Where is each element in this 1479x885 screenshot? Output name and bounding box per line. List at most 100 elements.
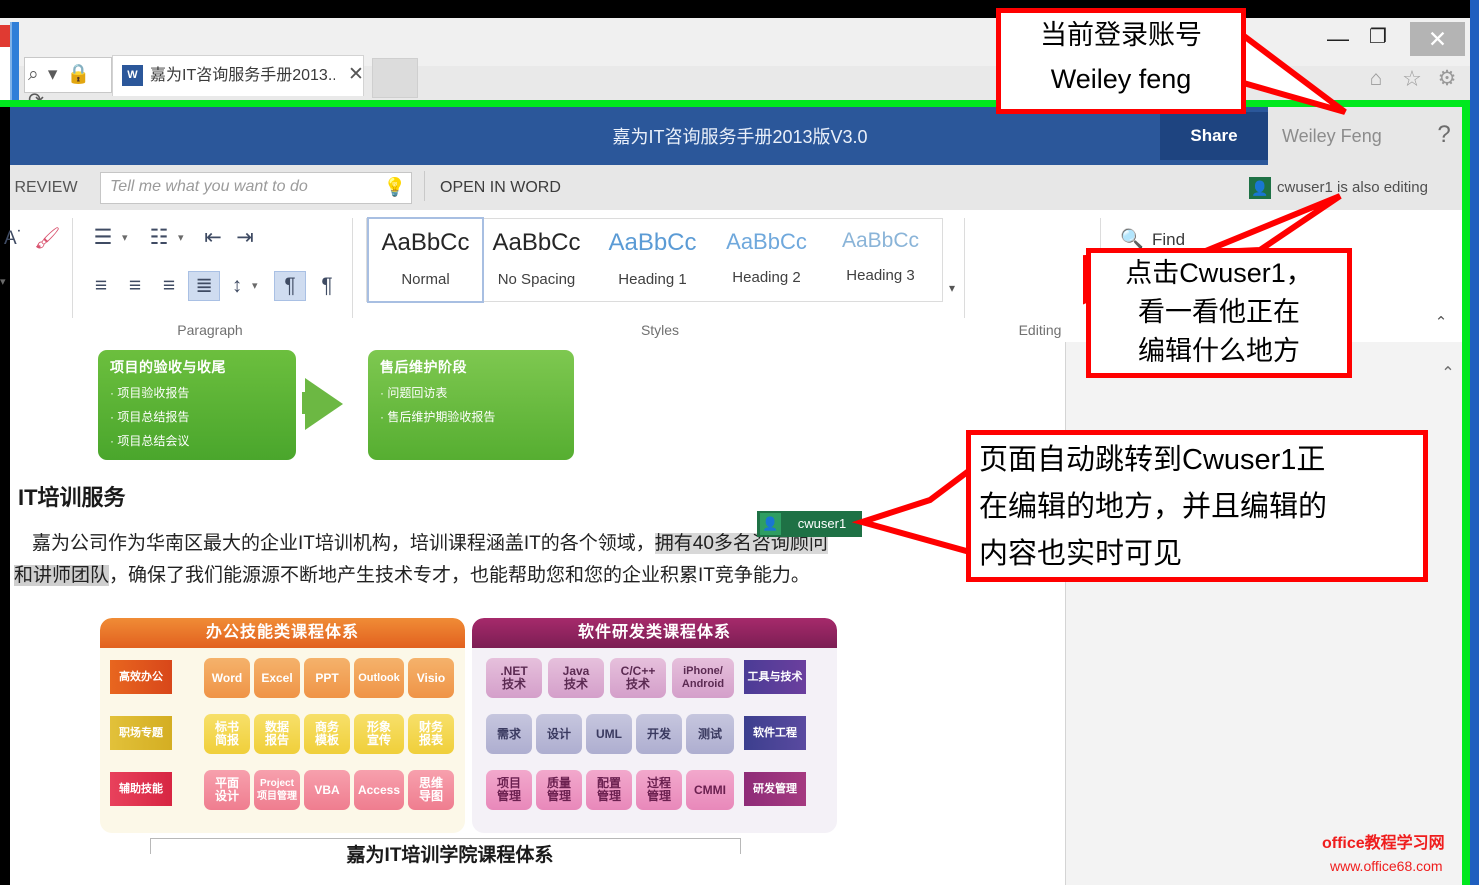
help-icon[interactable]: ? [1432, 120, 1456, 150]
flow-box-project-acceptance: 项目的验收与收尾 · 项目验收报告 · 项目总结报告 · 项目总结会议 [98, 350, 296, 460]
numbered-list-caret-icon[interactable]: ▾ [178, 228, 190, 248]
style-sample: AaBbCc [726, 229, 807, 254]
software-cell: 需求 [486, 714, 532, 754]
increase-indent-icon[interactable]: ⇥ [230, 224, 260, 252]
document-paragraph-line-2[interactable]: 和讲师团队，确保了我们能源源不断地产生技术专才，也能帮助您和您的企业积累IT竞争… [14, 562, 884, 590]
curriculum-caption: 嘉为IT培训学院课程体系 [346, 845, 554, 866]
style-normal[interactable]: AaBbCc Normal [367, 217, 484, 303]
office-cell: PPT [304, 658, 350, 698]
anno-line: 编辑什么地方 [1138, 336, 1300, 366]
share-button[interactable]: Share [1160, 112, 1268, 160]
style-heading-2[interactable]: AaBbCc Heading 2 [710, 219, 823, 299]
software-cell: 配置 管理 [586, 770, 632, 810]
chevron-up-icon[interactable]: ⌃ [1430, 312, 1452, 334]
anno-click-cwuser1: 点击Cwuser1， 看一看他正在 编辑什么地方 [1086, 248, 1352, 378]
software-cell: Java 技术 [548, 658, 604, 698]
software-curriculum-title: 软件研发类课程体系 [472, 618, 837, 648]
browser-tab-title[interactable]: 嘉为IT咨询服务手册2013... [150, 64, 335, 88]
office-cell: 标书 简报 [204, 714, 250, 754]
home-icon[interactable]: ⌂ [1363, 66, 1389, 92]
paragraph-group-label: Paragraph [177, 322, 243, 338]
styles-group-label: Styles [640, 322, 680, 338]
style-heading-3[interactable]: AaBbCc Heading 3 [824, 219, 937, 299]
software-row-label-3: 研发管理 [744, 772, 806, 806]
person-icon: 👤 [1249, 177, 1271, 199]
ribbon-divider [964, 218, 965, 318]
tell-me-placeholder[interactable]: Tell me what you want to do [110, 175, 380, 199]
numbered-list-icon[interactable]: ☷ [144, 224, 174, 252]
signed-in-user-name[interactable]: Weiley Feng [1282, 122, 1422, 150]
font-group-caret-icon[interactable]: ▾ [0, 272, 14, 292]
software-cell: 开发 [636, 714, 682, 754]
software-cell: 质量 管理 [536, 770, 582, 810]
software-row-label-2: 软件工程 [744, 716, 806, 750]
styles-more-caret-icon[interactable]: ▾ [944, 278, 960, 298]
justify-icon[interactable]: ≣ [188, 271, 220, 301]
software-cell: 设计 [536, 714, 582, 754]
new-tab-button[interactable] [372, 58, 418, 98]
style-sample: AaBbCc [841, 229, 920, 252]
anno-current-account: 当前登录账号 Weiley feng [996, 8, 1246, 114]
style-no-spacing[interactable]: AaBbCc No Spacing [480, 219, 593, 299]
coauthor-status-label[interactable]: cwuser1 is also editing [1277, 174, 1428, 202]
align-left-icon[interactable]: ≡ [86, 272, 116, 300]
tab-review[interactable]: REVIEW [10, 175, 82, 201]
anno-line: 在编辑的地方，并且编辑的 [979, 491, 1328, 523]
watermark-line-2: www.office68.com [1330, 858, 1443, 874]
bullet-list-icon[interactable]: ☰ [88, 224, 118, 252]
anno-line: 点击Cwuser1， [1125, 258, 1313, 288]
blue-edge-right [1470, 0, 1479, 885]
flow-box-item: · 项目总结会议 [110, 434, 190, 448]
gear-icon[interactable]: ⚙ [1434, 66, 1460, 92]
line-spacing-caret-icon[interactable]: ▾ [252, 276, 264, 296]
person-icon: 👤 [760, 513, 781, 535]
office-skills-curriculum-diagram: 办公技能类课程体系 高效办公 职场专题 辅助技能 Word Excel PPT … [100, 618, 465, 833]
minimize-icon[interactable]: — [1325, 26, 1351, 52]
open-in-word-button[interactable]: OPEN IN WORD [440, 175, 605, 201]
rtl-text-direction-icon[interactable]: ¶ [312, 272, 342, 300]
style-sample: AaBbCc [381, 229, 470, 256]
green-highlight-line-top [0, 100, 1479, 107]
left-edge-marker [0, 25, 10, 47]
style-name: Normal [401, 271, 450, 288]
software-cell: iPhone/Android [672, 658, 734, 698]
ltr-text-direction-icon[interactable]: ¶ [274, 271, 306, 301]
bullet-list-caret-icon[interactable]: ▾ [122, 228, 134, 248]
address-bar-icons[interactable]: ⌕ ▾ 🔒 ⟳ [28, 62, 110, 111]
software-cell: CMMI [686, 770, 734, 810]
software-cell: 项目 管理 [486, 770, 532, 810]
flow-box-item: · 问题回访表 [380, 386, 448, 400]
style-heading-1[interactable]: AaBbCc Heading 1 [596, 219, 709, 299]
anno-line: 页面自动跳转到Cwuser1正 [979, 444, 1326, 476]
flow-box-title: 售后维护阶段 [380, 359, 467, 375]
style-name: Heading 3 [846, 267, 915, 284]
anno-line: 当前登录账号 [1040, 20, 1202, 50]
software-dev-curriculum-diagram: 软件研发类课程体系 工具与技术 软件工程 研发管理 .NET 技术 Java 技术 … [472, 618, 837, 833]
clear-formatting-icon[interactable]: 🖌 [34, 225, 62, 253]
left-blue-edge [10, 22, 19, 108]
style-name: No Spacing [497, 271, 576, 288]
anno-line: 看一看他正在 [1138, 297, 1300, 327]
line-spacing-icon[interactable]: ↕ [224, 272, 250, 300]
software-cell: 测试 [686, 714, 734, 754]
align-right-icon[interactable]: ≡ [154, 272, 184, 300]
decrease-indent-icon[interactable]: ⇤ [198, 224, 228, 252]
caption-tick-right [740, 838, 741, 854]
office-row-label-2: 职场专题 [110, 716, 172, 750]
left-edge-panel [0, 47, 10, 105]
grow-font-icon[interactable]: A˙ [4, 225, 30, 253]
green-highlight-line-right [1462, 100, 1470, 885]
favorites-star-icon[interactable]: ☆ [1399, 66, 1425, 92]
style-sample: AaBbCc [492, 229, 581, 256]
scroll-up-icon[interactable]: ⌃ [1437, 363, 1459, 385]
window-close-icon[interactable]: ✕ [1410, 22, 1465, 56]
command-bar-divider [424, 171, 425, 201]
coauthor-status[interactable]: 👤 cwuser1 is also editing [1249, 174, 1459, 202]
paragraph-text: 嘉为公司作为华南区最大的企业IT培训机构，培训课程涵盖IT的各个领域， [32, 533, 655, 554]
align-center-icon[interactable]: ≡ [120, 272, 150, 300]
restore-icon[interactable]: ❐ [1365, 24, 1391, 50]
flow-box-title: 项目的验收与收尾 [110, 359, 226, 375]
office-cell: VBA [304, 770, 350, 810]
software-cell: UML [586, 714, 632, 754]
close-icon[interactable]: ✕ [345, 63, 367, 87]
